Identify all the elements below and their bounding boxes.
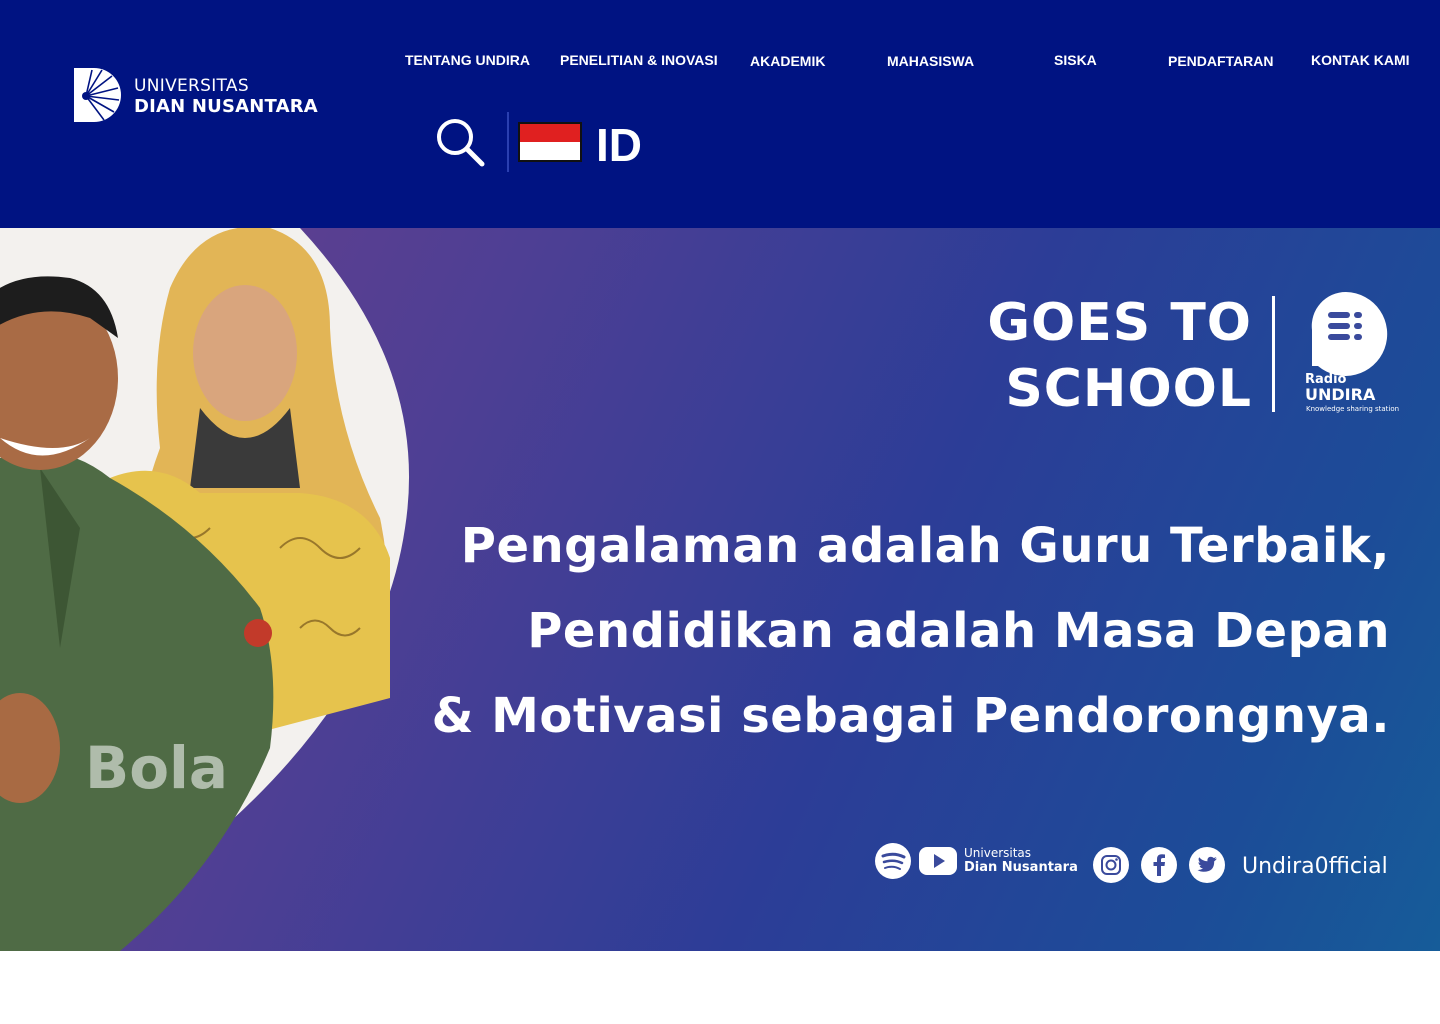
hosts-photo: Bola: [0, 228, 410, 951]
instagram-icon[interactable]: [1092, 846, 1130, 884]
logo-text-dian-nusantara: DIAN NUSANTARA: [134, 96, 318, 117]
header-divider: [507, 112, 509, 172]
quote-line-2: Pendidikan adalah Masa Depan: [527, 603, 1390, 659]
radio-undira-label: UNDIRA: [1305, 385, 1376, 404]
photo-watermark: Bola: [85, 734, 228, 802]
facebook-icon[interactable]: [1140, 846, 1178, 884]
logo-text-universitas: UNIVERSITAS: [134, 76, 249, 96]
youtube-icon[interactable]: [918, 842, 958, 880]
indonesia-flag-icon[interactable]: [518, 122, 582, 162]
language-code[interactable]: ID: [596, 118, 642, 172]
site-header: UNIVERSITAS DIAN NUSANTARA TENTANG UNDIR…: [0, 0, 1440, 228]
channel-label-universitas: Universitas: [964, 846, 1032, 860]
quote-line-3: & Motivasi sebagai Pendorongnya.: [431, 688, 1390, 744]
twitter-icon[interactable]: [1188, 846, 1226, 884]
nav-pendaftaran[interactable]: PENDAFTARAN: [1168, 53, 1274, 69]
search-icon[interactable]: [434, 116, 486, 168]
spotify-icon[interactable]: [874, 842, 912, 880]
nav-akademik[interactable]: AKADEMIK: [750, 53, 825, 69]
quote-line-1: Pengalaman adalah Guru Terbaik,: [460, 518, 1390, 574]
undira-logo-icon: [74, 68, 121, 122]
nav-tentang-undira[interactable]: TENTANG UNDIRA: [405, 52, 530, 68]
social-handle[interactable]: Undira0fficial: [1242, 854, 1388, 879]
nav-penelitian-inovasi[interactable]: PENELITIAN & INOVASI: [560, 52, 718, 68]
goes-to-line: GOES TO: [987, 293, 1252, 353]
radio-tagline: Knowledge sharing station: [1306, 405, 1400, 413]
nav-kontak-kami[interactable]: KONTAK KAMI: [1311, 52, 1410, 68]
hero-banner[interactable]: Bola GOES TO SCHOOL Radio UNDIRA Knowled…: [0, 228, 1440, 951]
nav-mahasiswa[interactable]: MAHASISWA: [887, 53, 974, 69]
title-divider: [1272, 296, 1275, 412]
school-line: SCHOOL: [1005, 359, 1252, 419]
university-logo[interactable]: UNIVERSITAS DIAN NUSANTARA: [72, 66, 322, 126]
goes-to-school-title: GOES TO SCHOOL: [987, 290, 1252, 422]
radio-undira-logo-icon: [1311, 291, 1388, 376]
channel-label-dian-nusantara: Dian Nusantara: [964, 860, 1078, 875]
nav-siska[interactable]: SISKA: [1054, 52, 1097, 68]
